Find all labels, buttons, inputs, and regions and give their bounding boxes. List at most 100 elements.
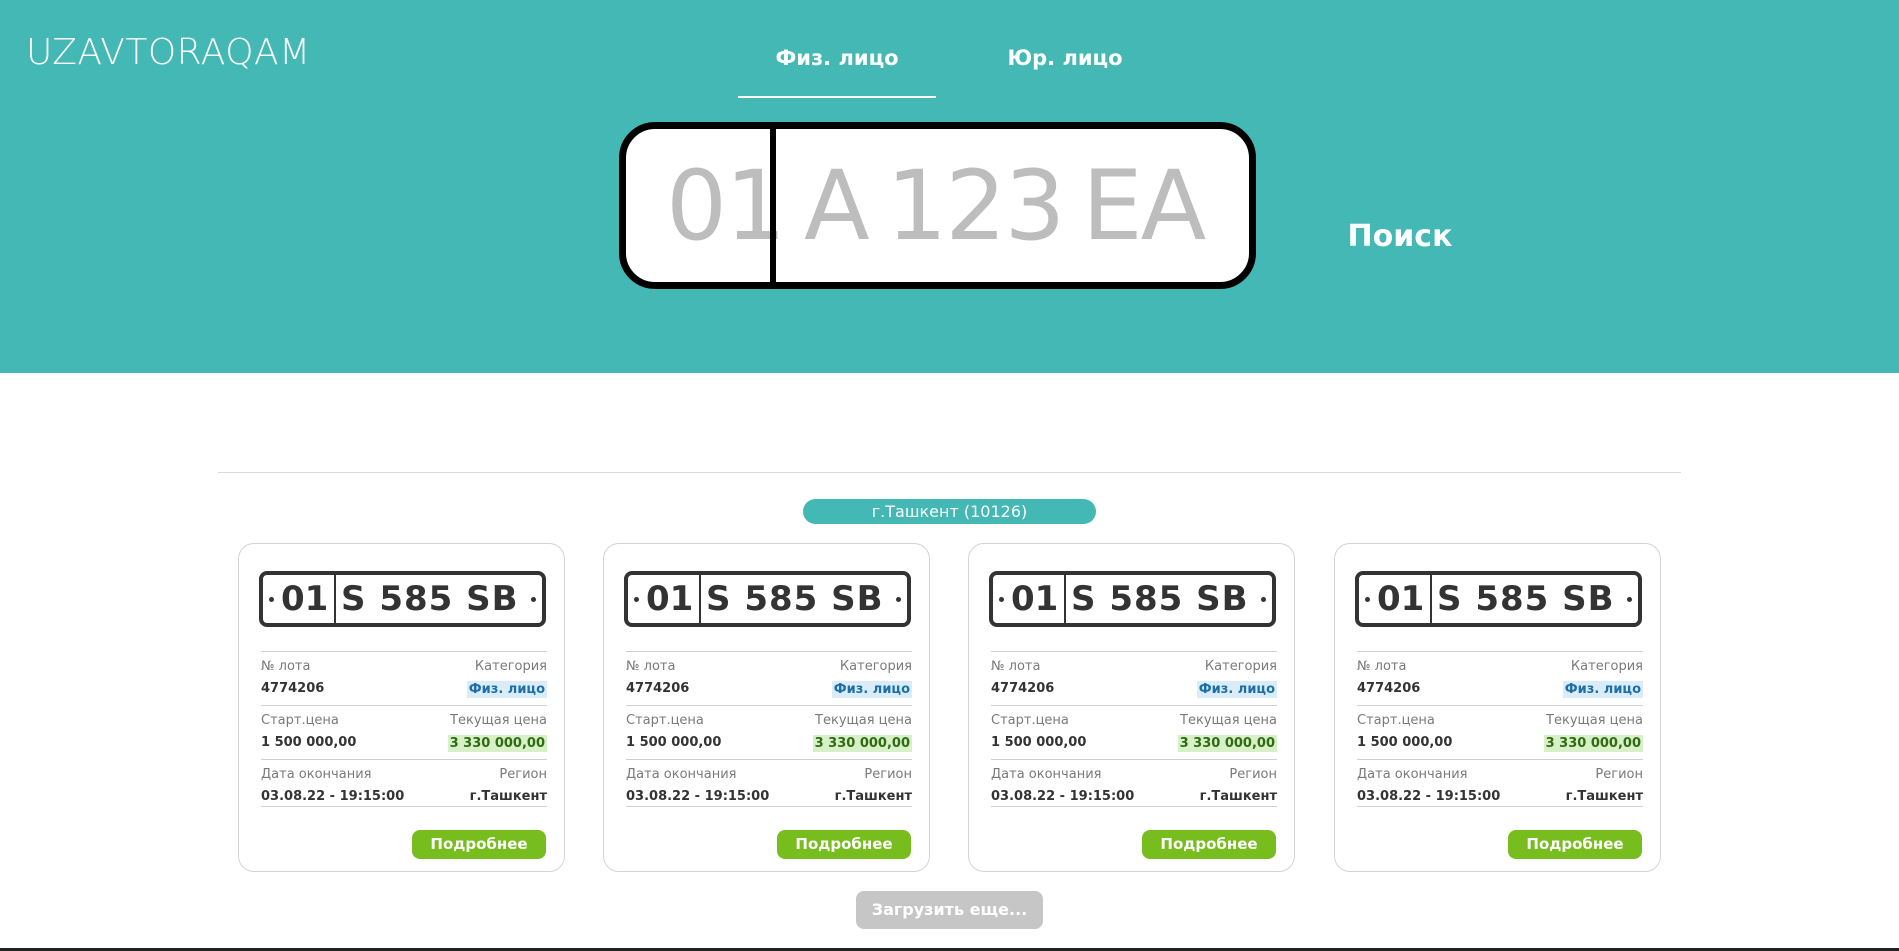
plate-bolt bbox=[269, 597, 274, 602]
region-value: г.Ташкент bbox=[469, 789, 547, 804]
row-separator bbox=[991, 806, 1277, 807]
lot-card: 01 S 585 SB № лота Категория 4774206 Физ… bbox=[968, 543, 1295, 872]
details-button[interactable]: Подробнее bbox=[1508, 830, 1642, 859]
lot-row: № лота Категория 4774206 Физ. лицо bbox=[1357, 651, 1643, 706]
plate-number: S 585 SB bbox=[1437, 579, 1615, 619]
row-separator bbox=[1357, 806, 1643, 807]
plate-divider bbox=[1430, 575, 1432, 623]
current-price-badge: 3 330 000,00 bbox=[812, 735, 912, 752]
details-button[interactable]: Подробнее bbox=[777, 830, 911, 859]
lot-number-label: № лота bbox=[991, 659, 1041, 674]
plate-number: S 585 SB bbox=[1071, 579, 1249, 619]
plate-region: 01 bbox=[1377, 579, 1425, 619]
plate-divider bbox=[334, 575, 336, 623]
license-plate: 01 S 585 SB bbox=[259, 571, 546, 627]
plate-bolt bbox=[1365, 597, 1370, 602]
end-date-label: Дата окончания bbox=[626, 767, 737, 782]
end-date-value: 03.08.22 - 19:15:00 bbox=[1357, 789, 1501, 804]
plate-divider bbox=[770, 129, 776, 282]
lot-row: № лота Категория 4774206 Физ. лицо bbox=[261, 651, 547, 706]
price-row: Старт.цена Текущая цена 1 500 000,00 3 3… bbox=[626, 705, 912, 760]
region-value: г.Ташкент bbox=[1199, 789, 1277, 804]
region-label: Регион bbox=[1229, 767, 1277, 782]
end-date-label: Дата окончания bbox=[1357, 767, 1468, 782]
plate-number: S 585 SB bbox=[706, 579, 884, 619]
lot-number-value: 4774206 bbox=[626, 681, 690, 696]
plate-divider bbox=[699, 575, 701, 623]
lot-number-label: № лота bbox=[626, 659, 676, 674]
end-date-label: Дата окончания bbox=[261, 767, 372, 782]
plate-region-placeholder[interactable]: 01 bbox=[666, 151, 786, 261]
plate-bolt bbox=[634, 597, 639, 602]
category-label: Категория bbox=[474, 659, 547, 674]
category-label: Категория bbox=[839, 659, 912, 674]
start-price-value: 1 500 000,00 bbox=[991, 735, 1087, 750]
end-date-value: 03.08.22 - 19:15:00 bbox=[626, 789, 770, 804]
row-separator bbox=[626, 806, 912, 807]
end-date-value: 03.08.22 - 19:15:00 bbox=[991, 789, 1135, 804]
end-date-label: Дата окончания bbox=[991, 767, 1102, 782]
category-label: Категория bbox=[1204, 659, 1277, 674]
row-separator bbox=[261, 806, 547, 807]
category-badge: Физ. лицо bbox=[831, 681, 912, 698]
search-button[interactable]: Поиск bbox=[1345, 219, 1455, 261]
plate-divider bbox=[1064, 575, 1066, 623]
plate-number: S 585 SB bbox=[341, 579, 519, 619]
start-price-label: Старт.цена bbox=[1357, 713, 1435, 728]
site-logo[interactable]: UZAVTORAQAM bbox=[26, 32, 311, 73]
price-row: Старт.цена Текущая цена 1 500 000,00 3 3… bbox=[261, 705, 547, 760]
current-price-badge: 3 330 000,00 bbox=[1177, 735, 1277, 752]
price-row: Старт.цена Текущая цена 1 500 000,00 3 3… bbox=[991, 705, 1277, 760]
start-price-value: 1 500 000,00 bbox=[626, 735, 722, 750]
plate-search-input[interactable]: 01 A 123 EA bbox=[619, 122, 1256, 289]
tab-legal-entity[interactable]: Юр. лицо bbox=[970, 46, 1160, 70]
category-badge: Физ. лицо bbox=[1196, 681, 1277, 698]
lot-number-value: 4774206 bbox=[261, 681, 325, 696]
end-date-value: 03.08.22 - 19:15:00 bbox=[261, 789, 405, 804]
load-more-button[interactable]: Загрузить еще... bbox=[856, 891, 1043, 929]
current-price-badge: 3 330 000,00 bbox=[447, 735, 547, 752]
lot-number-value: 4774206 bbox=[1357, 681, 1421, 696]
current-price-label: Текущая цена bbox=[1546, 713, 1643, 728]
start-price-label: Старт.цена bbox=[991, 713, 1069, 728]
lot-number-value: 4774206 bbox=[991, 681, 1055, 696]
start-price-label: Старт.цена bbox=[261, 713, 339, 728]
lot-card: 01 S 585 SB № лота Категория 4774206 Физ… bbox=[238, 543, 565, 872]
category-badge: Физ. лицо bbox=[466, 681, 547, 698]
region-label: Регион bbox=[1595, 767, 1643, 782]
current-price-badge: 3 330 000,00 bbox=[1543, 735, 1643, 752]
region-label: Регион bbox=[499, 767, 547, 782]
start-price-value: 1 500 000,00 bbox=[261, 735, 357, 750]
lot-row: № лота Категория 4774206 Физ. лицо bbox=[991, 651, 1277, 706]
license-plate: 01 S 585 SB bbox=[624, 571, 911, 627]
current-price-label: Текущая цена bbox=[815, 713, 912, 728]
start-price-label: Старт.цена bbox=[626, 713, 704, 728]
divider-line bbox=[218, 472, 1681, 473]
region-value: г.Ташкент bbox=[834, 789, 912, 804]
lot-card: 01 S 585 SB № лота Категория 4774206 Физ… bbox=[603, 543, 930, 872]
plate-region: 01 bbox=[1011, 579, 1059, 619]
details-button[interactable]: Подробнее bbox=[412, 830, 546, 859]
lot-number-label: № лота bbox=[1357, 659, 1407, 674]
lot-row: № лота Категория 4774206 Физ. лицо bbox=[626, 651, 912, 706]
plate-bolt bbox=[1261, 597, 1266, 602]
price-row: Старт.цена Текущая цена 1 500 000,00 3 3… bbox=[1357, 705, 1643, 760]
region-label: Регион bbox=[864, 767, 912, 782]
category-label: Категория bbox=[1570, 659, 1643, 674]
category-badge: Физ. лицо bbox=[1562, 681, 1643, 698]
plate-bolt bbox=[999, 597, 1004, 602]
city-filter-pill[interactable]: г.Ташкент (10126) bbox=[803, 499, 1096, 524]
active-tab-indicator bbox=[738, 96, 936, 98]
license-plate: 01 S 585 SB bbox=[989, 571, 1276, 627]
header: UZAVTORAQAM Физ. лицо Юр. лицо 01 A 123 … bbox=[0, 0, 1899, 373]
plate-number-placeholder[interactable]: A 123 EA bbox=[804, 151, 1206, 261]
current-price-label: Текущая цена bbox=[450, 713, 547, 728]
current-price-label: Текущая цена bbox=[1180, 713, 1277, 728]
tab-individual[interactable]: Физ. лицо bbox=[738, 46, 936, 70]
region-value: г.Ташкент bbox=[1565, 789, 1643, 804]
plate-region: 01 bbox=[281, 579, 329, 619]
plate-bolt bbox=[896, 597, 901, 602]
plate-bolt bbox=[1627, 597, 1632, 602]
details-button[interactable]: Подробнее bbox=[1142, 830, 1276, 859]
lot-number-label: № лота bbox=[261, 659, 311, 674]
